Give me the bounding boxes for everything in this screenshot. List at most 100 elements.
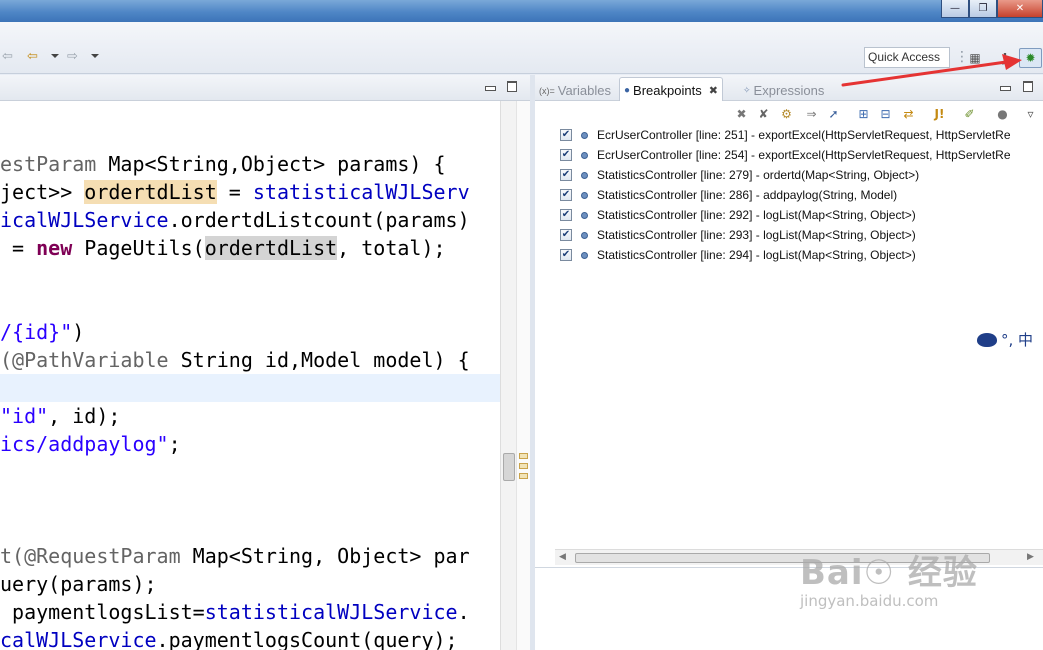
- code-line[interactable]: "id", id);: [0, 402, 120, 430]
- breakpoint-icon: [581, 151, 588, 159]
- breakpoint-row[interactable]: ✔ StatisticsController [line: 279] - orde…: [560, 165, 919, 185]
- show-supported-breakpoints-icon[interactable]: ⚙: [778, 105, 795, 122]
- breakpoint-enabled-checkbox[interactable]: ✔: [560, 149, 572, 161]
- code-token: ics/addpaylog": [0, 432, 169, 456]
- code-token: Map<String, Object> par: [180, 544, 470, 568]
- editor-scroll-thumb[interactable]: [503, 453, 515, 481]
- breakpoint-enabled-checkbox[interactable]: ✔: [560, 189, 572, 201]
- editor-vertical-scrollbar[interactable]: [500, 101, 516, 650]
- breakpoint-enabled-checkbox[interactable]: ✔: [560, 129, 572, 141]
- code-line[interactable]: ics/addpaylog";: [0, 430, 181, 458]
- code-token: , total);: [337, 236, 446, 260]
- view-menu-icon[interactable]: ●: [994, 105, 1011, 122]
- code-editor[interactable]: estParam Map<String,Object> params) {jec…: [0, 101, 500, 650]
- link-with-debug-view-icon[interactable]: ⇄: [900, 105, 917, 122]
- current-line-highlight: [0, 374, 500, 402]
- code-token: .ordertdListcount(params): [168, 208, 470, 232]
- editor-minimize-button[interactable]: [484, 80, 496, 92]
- view-menu-chevron-down-icon[interactable]: ▿: [1022, 105, 1039, 122]
- breakpoint-row[interactable]: ✔ EcrUserController [line: 254] - exportE…: [560, 145, 1011, 165]
- scroll-left-icon[interactable]: ◀: [559, 552, 566, 562]
- breakpoint-enabled-checkbox[interactable]: ✔: [560, 229, 572, 241]
- breakpoint-icon: [581, 211, 588, 219]
- remove-selected-breakpoints-icon[interactable]: ✖: [733, 105, 750, 122]
- window-controls: — ❐ ✕: [941, 0, 1043, 19]
- back-button[interactable]: ⇦: [27, 49, 38, 64]
- breakpoint-enabled-checkbox[interactable]: ✔: [560, 169, 572, 181]
- breakpoint-enabled-checkbox[interactable]: ✔: [560, 249, 572, 261]
- editor-maximize-button[interactable]: [506, 80, 518, 92]
- code-line[interactable]: uery(params);: [0, 570, 157, 598]
- ruler-occurrence-mark[interactable]: [519, 473, 528, 479]
- tab-breakpoints[interactable]: ● Breakpoints ✖: [619, 77, 723, 102]
- breakpoint-label: EcrUserController [line: 251] - exportEx…: [597, 128, 1011, 142]
- maximize-button[interactable]: ❐: [969, 0, 997, 18]
- back-dropdown-chevron-down-icon[interactable]: [51, 54, 59, 58]
- tab-expressions[interactable]: ✧ Expressions: [743, 80, 824, 101]
- open-perspective-icon: ▦: [969, 51, 981, 65]
- views-minimize-button[interactable]: [999, 80, 1011, 92]
- import-breakpoints-icon[interactable]: ✐: [961, 105, 978, 122]
- ime-indicator[interactable]: °, 中: [977, 329, 1033, 350]
- debug-views-tab-bar: (x)= Variables ● Breakpoints ✖ ✧ Express…: [535, 75, 1043, 102]
- add-java-exception-breakpoint-icon[interactable]: J!: [931, 105, 948, 122]
- scroll-right-icon[interactable]: ▶: [1027, 552, 1034, 562]
- close-tab-icon[interactable]: ✖: [709, 84, 718, 97]
- code-line[interactable]: ject>> ordertdList = statisticalWJLServ: [0, 178, 470, 206]
- open-perspective-button[interactable]: ▦: [965, 48, 985, 68]
- code-line[interactable]: t(@RequestParam Map<String, Object> par: [0, 542, 470, 570]
- code-token: , id);: [48, 404, 121, 428]
- breakpoint-icon: ●: [624, 84, 631, 96]
- minimize-button[interactable]: —: [941, 0, 969, 18]
- overview-ruler[interactable]: [516, 101, 530, 650]
- breakpoint-row[interactable]: ✔ StatisticsController [line: 292] - logL…: [560, 205, 916, 225]
- breakpoint-icon: [581, 131, 588, 139]
- variables-icon: (x)=: [539, 85, 555, 96]
- code-token: calWJLService: [0, 628, 157, 650]
- ruler-occurrence-mark[interactable]: [519, 453, 528, 459]
- close-window-button[interactable]: ✕: [997, 0, 1043, 18]
- collapse-all-icon[interactable]: ⊟: [877, 105, 894, 122]
- code-line[interactable]: paymentlogsList=statisticalWJLService.: [0, 598, 470, 626]
- code-line[interactable]: /{id}"): [0, 318, 84, 346]
- breakpoint-label: EcrUserController [line: 254] - exportEx…: [597, 148, 1011, 162]
- code-line[interactable]: estParam Map<String,Object> params) {: [0, 150, 446, 178]
- last-edit-location-icon[interactable]: ⇦: [2, 49, 13, 64]
- breakpoint-row[interactable]: ✔ StatisticsController [line: 286] - addp…: [560, 185, 897, 205]
- code-line[interactable]: (@PathVariable String id,Model model) {: [0, 346, 470, 374]
- code-token: t(@RequestParam: [0, 544, 181, 568]
- code-token: icalWJLService: [0, 208, 169, 232]
- code-token: ject>>: [0, 180, 85, 204]
- quick-access-input[interactable]: Quick Access: [864, 47, 950, 68]
- go-to-file-icon[interactable]: ⇒: [803, 105, 820, 122]
- code-line[interactable]: icalWJLService.ordertdListcount(params): [0, 206, 470, 234]
- code-token: statisticalWJLServ: [252, 180, 470, 204]
- tab-variables[interactable]: (x)= Variables: [539, 80, 611, 101]
- ruler-occurrence-mark[interactable]: [519, 463, 528, 469]
- breakpoint-label: StatisticsController [line: 286] - addpa…: [597, 188, 898, 202]
- breakpoint-row[interactable]: ✔ EcrUserController [line: 251] - exportE…: [560, 125, 1011, 145]
- code-line[interactable]: calWJLService.paymentlogsCount(query);: [0, 626, 458, 650]
- debug-perspective-button[interactable]: ✹: [1019, 48, 1042, 68]
- breakpoint-icon: [581, 231, 588, 239]
- code-token: =: [0, 236, 37, 260]
- views-maximize-button[interactable]: [1022, 80, 1034, 92]
- expand-all-icon[interactable]: ⊞: [855, 105, 872, 122]
- code-token: estParam: [0, 152, 109, 176]
- java-perspective-icon: J: [1002, 51, 1008, 65]
- breakpoint-row[interactable]: ✔ StatisticsController [line: 294] - logL…: [560, 245, 916, 265]
- java-ee-perspective-button[interactable]: J: [995, 48, 1015, 68]
- code-token: .: [457, 600, 470, 624]
- code-token: paymentlogsList=: [0, 600, 205, 624]
- skip-all-breakpoints-icon[interactable]: ➚: [825, 105, 842, 122]
- code-line[interactable]: = new PageUtils(ordertdList, total);: [0, 234, 446, 262]
- breakpoint-enabled-checkbox[interactable]: ✔: [560, 209, 572, 221]
- forward-dropdown-chevron-down-icon[interactable]: [91, 54, 99, 58]
- code-token: ordertdList: [84, 180, 217, 204]
- remove-all-breakpoints-icon[interactable]: ✘: [755, 105, 772, 122]
- code-token: new: [36, 236, 73, 260]
- breakpoint-row[interactable]: ✔ StatisticsController [line: 293] - logL…: [560, 225, 916, 245]
- code-token: /{id}": [0, 320, 73, 344]
- code-token: (@PathVariable: [0, 348, 169, 372]
- forward-button[interactable]: ⇨: [67, 49, 78, 64]
